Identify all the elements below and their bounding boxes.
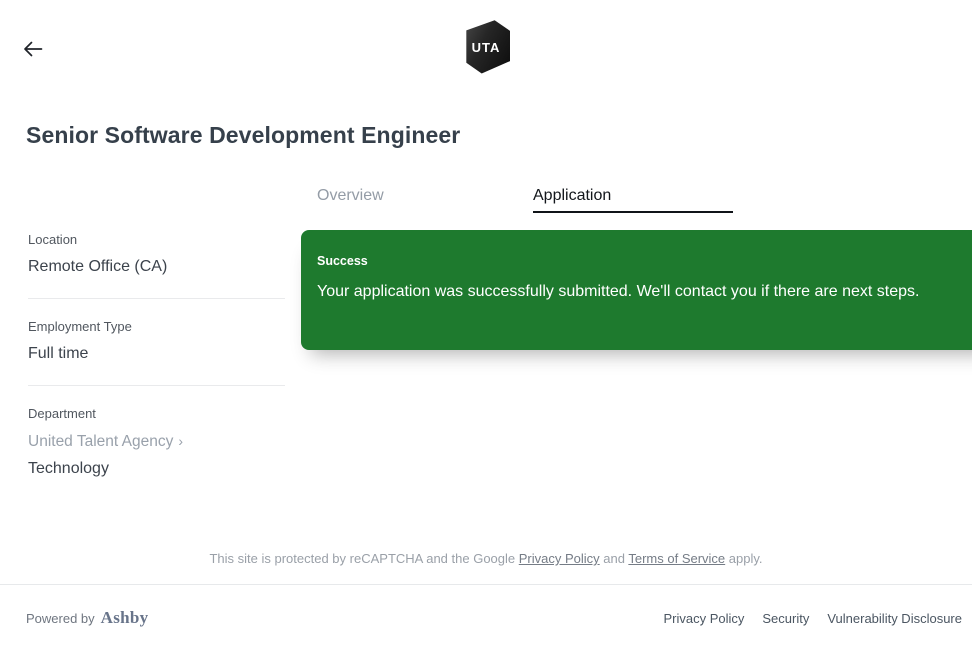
tab-application[interactable]: Application [533, 180, 733, 213]
footer-links: Privacy Policy Security Vulnerability Di… [663, 611, 962, 626]
footer-link-security[interactable]: Security [762, 611, 809, 626]
recaptcha-notice: This site is protected by reCAPTCHA and … [209, 551, 763, 566]
google-privacy-policy-link[interactable]: Privacy Policy [519, 551, 600, 566]
footer-link-privacy-policy[interactable]: Privacy Policy [663, 611, 744, 626]
page-title: Senior Software Development Engineer [26, 122, 461, 148]
employment-type-section: Employment Type Full time [28, 299, 285, 386]
chevron-right-icon: › [178, 433, 184, 449]
tab-overview[interactable]: Overview [317, 180, 517, 213]
back-arrow-icon [23, 41, 43, 60]
department-parent-link[interactable]: United Talent Agency › [28, 430, 183, 453]
success-banner-title: Success [317, 254, 368, 268]
footer-bar: Powered by Ashby Privacy Policy Security… [0, 584, 972, 651]
footer-link-vulnerability-disclosure[interactable]: Vulnerability Disclosure [827, 611, 962, 626]
employment-type-value: Full time [28, 345, 89, 362]
location-label: Location [28, 232, 78, 247]
employment-type-label: Employment Type [28, 319, 132, 334]
tab-bar: Overview Application [317, 180, 733, 213]
uta-logo-text: UTA [471, 39, 501, 55]
success-banner-message: Your application was successfully submit… [317, 283, 920, 300]
success-banner: Success Your application was successfull… [301, 230, 972, 350]
powered-by: Powered by Ashby [26, 608, 148, 628]
department-value: Technology [28, 460, 109, 477]
department-label: Department [28, 406, 96, 421]
location-value: Remote Office (CA) [28, 258, 168, 275]
back-button[interactable] [20, 38, 46, 62]
ashby-brand-link[interactable]: Ashby [101, 608, 149, 628]
google-terms-of-service-link[interactable]: Terms of Service [628, 551, 725, 566]
department-section: Department United Talent Agency › Technol… [28, 386, 285, 500]
uta-logo: UTA [466, 20, 510, 74]
powered-by-label: Powered by [26, 611, 95, 626]
location-section: Location Remote Office (CA) [28, 232, 285, 299]
job-details-sidebar: Location Remote Office (CA) Employment T… [28, 232, 285, 500]
